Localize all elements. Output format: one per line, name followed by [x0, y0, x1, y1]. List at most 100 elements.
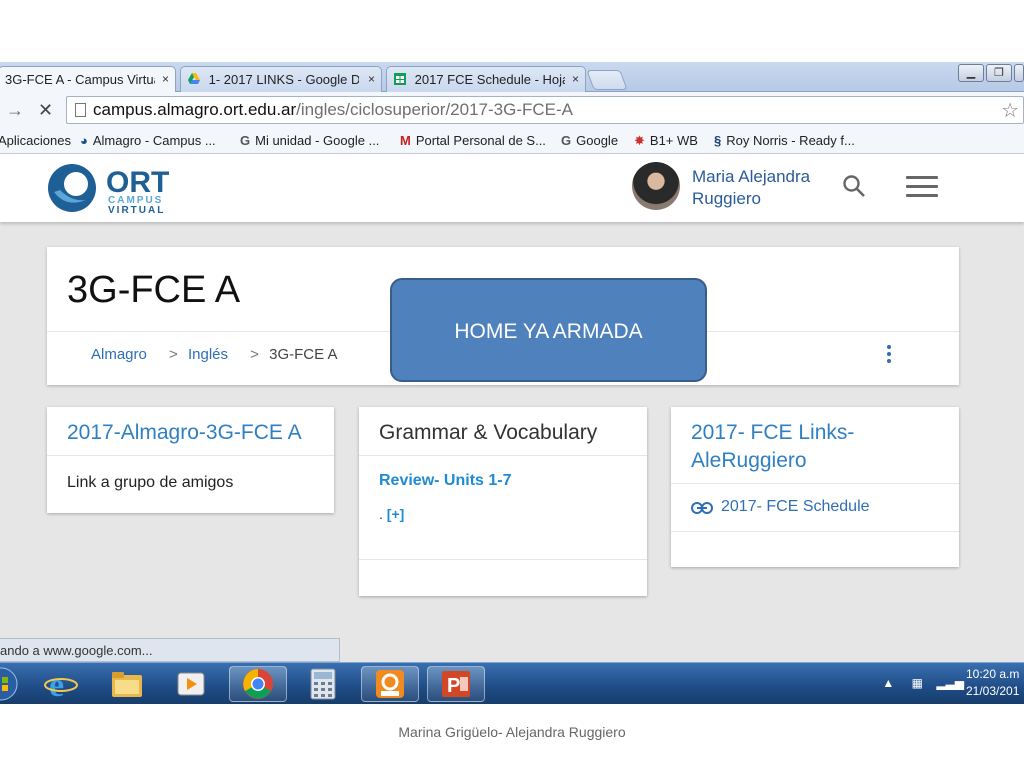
window-controls: ▁ ❐	[958, 64, 1024, 84]
link-icon	[691, 501, 713, 519]
slide-footer: Marina Grigüelo- Alejandra Ruggiero	[398, 724, 626, 740]
bookmark-label: Google	[576, 133, 619, 148]
sheets-icon	[393, 72, 407, 86]
internet-explorer-icon[interactable]: e	[32, 666, 90, 702]
tab-label: 2017 FCE Schedule - Hoja	[414, 72, 565, 87]
pdf-reader-icon[interactable]	[361, 666, 419, 702]
bookmark-b1-wb[interactable]: ✸ B1+ WB	[634, 133, 698, 149]
user-name-last: Ruggiero	[692, 189, 761, 208]
clock-date: 21/03/201	[966, 684, 1020, 698]
site-header: ORT CAMPUS VIRTUAL Maria Alejandra Ruggi…	[0, 154, 1024, 222]
bookmark-label: B1+ WB	[649, 133, 698, 148]
bookmarks-bar: Aplicaciones ◕ Almagro - Campus ... G Mi u…	[0, 128, 1024, 154]
tab-close-icon[interactable]: ×	[368, 72, 375, 86]
screenshot: 3G-FCE A - Campus Virtua × 1- 2017 LINKS…	[0, 62, 1024, 704]
bookmark-almagro-campus[interactable]: ◕ Almagro - Campus ...	[80, 133, 216, 148]
bookmark-roy-norris[interactable]: § Roy Norris - Ready f...	[714, 133, 855, 148]
stop-loading-icon[interactable]: ✕	[38, 100, 53, 121]
callout-box: HOME YA ARMADA	[390, 278, 707, 382]
bookmark-star-icon[interactable]: ☆	[1001, 98, 1019, 123]
taskbar-clock[interactable]: 10:20 a.m 21/03/201	[966, 666, 1024, 700]
url-path: /ingles/ciclosuperior/2017-3G-FCE-A	[296, 100, 573, 119]
forward-icon[interactable]: →	[6, 100, 24, 121]
tab-google-drive[interactable]: 1- 2017 LINKS - Google Dr ×	[180, 66, 382, 92]
powerpoint-icon[interactable]: P	[427, 666, 485, 702]
expand-more-link[interactable]: [+]	[387, 506, 405, 522]
page-title: 3G-FCE A	[67, 269, 241, 311]
bookmark-label: Aplicaciones	[0, 133, 71, 148]
bookmark-apps[interactable]: Aplicaciones	[0, 133, 71, 148]
bookmark-label: Almagro - Campus ...	[92, 133, 216, 148]
svg-text:P: P	[447, 675, 460, 697]
tab-close-icon[interactable]: ×	[162, 72, 169, 86]
card-almagro-fce: 2017-Almagro-3G-FCE A Link a grupo de am…	[47, 407, 334, 513]
breadcrumb: Almagro > Inglés > 3G-FCE A	[91, 346, 337, 363]
card-link-grupo-amigos[interactable]: Link a grupo de amigos	[47, 456, 334, 492]
card-link-fce-schedule[interactable]: 2017- FCE Schedule	[671, 484, 959, 532]
bookmark-label: Mi unidad - Google ...	[255, 133, 380, 148]
card-link-label: Link a grupo de amigos	[67, 474, 234, 491]
google-drive-icon	[187, 72, 201, 86]
hamburger-menu-icon[interactable]	[906, 176, 938, 198]
more-options-icon[interactable]	[885, 345, 893, 365]
bookmark-mi-unidad[interactable]: G Mi unidad - Google ...	[240, 133, 379, 148]
network-icon[interactable]: ▦	[912, 676, 923, 690]
card-fce-links: 2017- FCE Links-AleRuggiero 2017- FCE Sc…	[671, 407, 959, 567]
svg-text:e: e	[49, 667, 64, 701]
more-prefix: .	[379, 506, 383, 522]
card-title: Grammar & Vocabulary	[359, 407, 647, 456]
bookmark-google[interactable]: G Google	[561, 133, 618, 148]
system-tray: ▲ ▦ ▂▃▅	[882, 676, 964, 690]
user-name-first: Maria Alejandra	[692, 167, 811, 186]
gmail-icon: M	[400, 133, 411, 148]
browser-tab-strip: 3G-FCE A - Campus Virtua × 1- 2017 LINKS…	[0, 62, 1024, 92]
google-icon: G	[240, 133, 251, 148]
windows-taskbar: e P ▲ ▦ ▂▃▅ 10:20 a.m 21/03/201	[0, 662, 1024, 704]
bookmark-icon: ✸	[634, 133, 645, 148]
clock-time: 10:20 a.m	[966, 667, 1020, 681]
start-button-icon[interactable]	[0, 666, 30, 702]
tab-campus-virtual[interactable]: 3G-FCE A - Campus Virtua ×	[0, 66, 176, 92]
restore-icon[interactable]: ❐	[986, 64, 1012, 82]
status-bar: ando a www.google.com...	[0, 638, 340, 662]
breadcrumb-ingles[interactable]: Inglés	[188, 346, 228, 363]
new-tab-button[interactable]	[586, 70, 628, 90]
page-icon	[75, 103, 86, 117]
media-player-icon[interactable]	[162, 666, 220, 702]
tab-label: 1- 2017 LINKS - Google Dr	[208, 72, 359, 87]
breadcrumb-current: 3G-FCE A	[269, 346, 338, 363]
tab-label: 3G-FCE A - Campus Virtua	[5, 72, 155, 87]
chevron-right-icon: >	[169, 346, 178, 363]
bookmark-portal-personal[interactable]: M Portal Personal de S...	[400, 133, 546, 148]
tab-fce-schedule[interactable]: 2017 FCE Schedule - Hoja ×	[386, 66, 586, 92]
signal-icon[interactable]: ▂▃▅	[936, 676, 964, 690]
google-icon: G	[561, 133, 572, 148]
chevron-right-icon: >	[250, 346, 259, 363]
bookmark-label: Portal Personal de S...	[415, 133, 546, 148]
search-icon[interactable]	[842, 174, 866, 198]
chrome-taskbar-icon[interactable]	[229, 666, 287, 702]
bookmark-label: Roy Norris - Ready f...	[726, 133, 855, 148]
logo-virtual-text: VIRTUAL	[108, 205, 165, 214]
card-body: Review- Units 1-7 . [+]	[359, 456, 647, 560]
file-explorer-icon[interactable]	[98, 666, 156, 702]
tab-close-icon[interactable]: ×	[572, 72, 579, 86]
fce-schedule-link: 2017- FCE Schedule	[721, 498, 870, 515]
review-units-link[interactable]: Review- Units 1-7	[379, 472, 627, 490]
close-window-icon[interactable]	[1014, 64, 1024, 82]
card-title[interactable]: 2017- FCE Links-AleRuggiero	[671, 407, 959, 484]
ort-campus-logo[interactable]: ORT CAMPUS VIRTUAL	[46, 162, 176, 216]
ort-favicon-icon: ◕	[80, 133, 88, 148]
avatar[interactable]	[632, 162, 680, 210]
bookmark-icon: §	[714, 133, 722, 148]
user-name[interactable]: Maria Alejandra Ruggiero	[692, 166, 832, 210]
breadcrumb-almagro[interactable]: Almagro	[91, 346, 147, 363]
url-domain: campus.almagro.ort.edu.ar	[93, 100, 297, 119]
calculator-icon[interactable]	[294, 666, 352, 702]
minimize-icon[interactable]: ▁	[958, 64, 984, 82]
card-grammar-vocabulary: Grammar & Vocabulary Review- Units 1-7 .…	[359, 407, 647, 596]
address-row: → ✕ campus.almagro.ort.edu.ar/ingles/cic…	[0, 92, 1024, 128]
card-title[interactable]: 2017-Almagro-3G-FCE A	[47, 407, 334, 456]
address-bar[interactable]: campus.almagro.ort.edu.ar/ingles/ciclosu…	[66, 96, 1024, 124]
show-hidden-icons-icon[interactable]: ▲	[882, 676, 894, 690]
